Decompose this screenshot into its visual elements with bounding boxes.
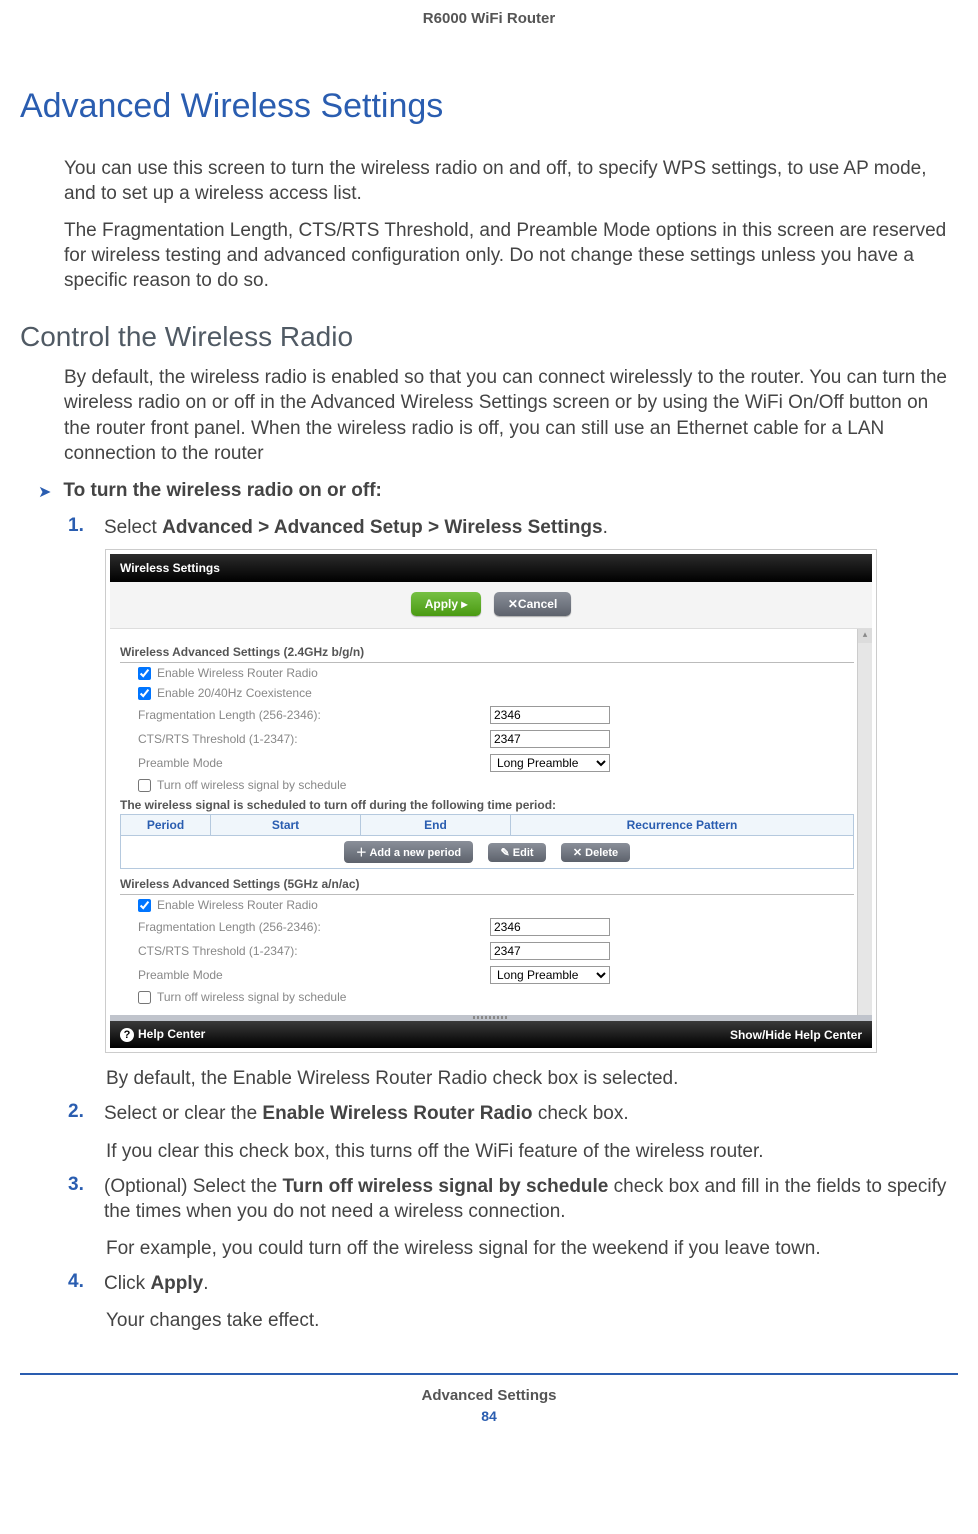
footer-section: Advanced Settings bbox=[20, 1387, 958, 1404]
screenshot-buttonbar: Apply ▸ ✕Cancel bbox=[110, 582, 872, 629]
select-preamble-5[interactable]: Long Preamble bbox=[490, 966, 610, 984]
step-text: . bbox=[603, 517, 608, 538]
step-body: (Optional) Select the Turn off wireless … bbox=[104, 1174, 958, 1224]
step-body: Click Apply. bbox=[104, 1271, 209, 1296]
footer-page-number: 84 bbox=[20, 1408, 958, 1424]
edit-period-button[interactable]: ✎ Edit bbox=[488, 843, 545, 862]
scroll-up-icon[interactable]: ▴ bbox=[858, 629, 872, 643]
row-enable-2040: Enable 20/40Hz Coexistence bbox=[120, 683, 854, 703]
step-text: Select bbox=[104, 517, 162, 538]
step-text: Click bbox=[104, 1273, 150, 1294]
step-4: 4. Click Apply. bbox=[68, 1271, 958, 1296]
step-text: check box. bbox=[533, 1103, 629, 1124]
input-cts-5[interactable] bbox=[490, 942, 610, 960]
apply-button[interactable]: Apply ▸ bbox=[411, 592, 482, 616]
heading-advanced-wireless: Advanced Wireless Settings bbox=[20, 87, 958, 126]
label-frag-5: Fragmentation Length (256-2346): bbox=[120, 920, 490, 934]
step-bold: Apply bbox=[150, 1273, 203, 1294]
row-turnoff-schedule-24: Turn off wireless signal by schedule bbox=[120, 775, 854, 795]
cancel-button[interactable]: ✕Cancel bbox=[494, 592, 571, 616]
checkbox-enable-radio-5[interactable] bbox=[138, 899, 151, 912]
add-period-button[interactable]: ＋ Add a new period bbox=[344, 841, 473, 863]
checkbox-turnoff-schedule-24[interactable] bbox=[138, 779, 151, 792]
step-bold: Enable Wireless Router Radio bbox=[262, 1103, 532, 1124]
heading-control-radio: Control the Wireless Radio bbox=[20, 321, 958, 353]
col-recurrence[interactable]: Recurrence Pattern bbox=[511, 815, 853, 835]
section-24ghz-heading: Wireless Advanced Settings (2.4GHz b/g/n… bbox=[120, 643, 854, 663]
screenshot-footer: ? Help Center Show/Hide Help Center bbox=[110, 1021, 872, 1048]
step-3-followup: For example, you could turn off the wire… bbox=[106, 1236, 958, 1261]
step-bold: Advanced > Advanced Setup > Wireless Set… bbox=[162, 517, 603, 538]
input-frag-5[interactable] bbox=[490, 918, 610, 936]
label-frag-24: Fragmentation Length (256-2346): bbox=[120, 708, 490, 722]
label-turnoff-schedule-5: Turn off wireless signal by schedule bbox=[157, 990, 346, 1004]
schedule-table-buttons: ＋ Add a new period ✎ Edit ✕ Delete bbox=[121, 836, 853, 868]
label-cts-5: CTS/RTS Threshold (1-2347): bbox=[120, 944, 490, 958]
schedule-note: The wireless signal is scheduled to turn… bbox=[120, 795, 854, 812]
row-turnoff-schedule-5: Turn off wireless signal by schedule bbox=[120, 987, 854, 1007]
showhide-help-link[interactable]: Show/Hide Help Center bbox=[730, 1028, 862, 1042]
label-enable-radio-24: Enable Wireless Router Radio bbox=[157, 666, 318, 680]
step-number: 3. bbox=[68, 1174, 90, 1196]
procedure-arrow-icon: ➤ bbox=[38, 480, 51, 506]
col-end[interactable]: End bbox=[361, 815, 511, 835]
resize-handle[interactable] bbox=[110, 1015, 872, 1021]
page-footer: Advanced Settings 84 bbox=[20, 1373, 958, 1424]
label-turnoff-schedule-24: Turn off wireless signal by schedule bbox=[157, 778, 346, 792]
delete-period-button[interactable]: ✕ Delete bbox=[561, 843, 630, 862]
input-frag-24[interactable] bbox=[490, 706, 610, 724]
section-intro: By default, the wireless radio is enable… bbox=[64, 365, 958, 465]
screenshot-titlebar: Wireless Settings bbox=[110, 554, 872, 582]
label-enable-2040: Enable 20/40Hz Coexistence bbox=[157, 686, 312, 700]
intro-paragraph-2: The Fragmentation Length, CTS/RTS Thresh… bbox=[64, 218, 958, 293]
step-2-followup: If you clear this check box, this turns … bbox=[106, 1139, 958, 1164]
step-1: 1. Select Advanced > Advanced Setup > Wi… bbox=[68, 515, 958, 540]
checkbox-enable-2040[interactable] bbox=[138, 687, 151, 700]
step-body: Select or clear the Enable Wireless Rout… bbox=[104, 1101, 629, 1126]
checkbox-enable-radio-24[interactable] bbox=[138, 667, 151, 680]
step-4-followup: Your changes take effect. bbox=[106, 1308, 958, 1333]
intro-paragraph-1: You can use this screen to turn the wire… bbox=[64, 156, 958, 206]
select-preamble-24[interactable]: Long Preamble bbox=[490, 754, 610, 772]
step-text: . bbox=[203, 1273, 208, 1294]
label-preamble-24: Preamble Mode bbox=[120, 756, 490, 770]
step-text: Select or clear the bbox=[104, 1103, 262, 1124]
section-5ghz-heading: Wireless Advanced Settings (5GHz a/n/ac) bbox=[120, 875, 854, 895]
step-3: 3. (Optional) Select the Turn off wirele… bbox=[68, 1174, 958, 1224]
screenshot-wireless-settings: Wireless Settings Apply ▸ ✕Cancel ▴ Wire… bbox=[106, 550, 876, 1052]
procedure-title: To turn the wireless radio on or off: bbox=[63, 480, 381, 502]
step-text: (Optional) Select the bbox=[104, 1176, 282, 1197]
screenshot-body: ▴ Wireless Advanced Settings (2.4GHz b/g… bbox=[110, 629, 872, 1015]
scrollbar[interactable]: ▴ bbox=[857, 629, 872, 1015]
step-body: Select Advanced > Advanced Setup > Wirel… bbox=[104, 515, 608, 540]
step-2: 2. Select or clear the Enable Wireless R… bbox=[68, 1101, 958, 1126]
step-1-followup: By default, the Enable Wireless Router R… bbox=[106, 1066, 958, 1091]
help-icon: ? bbox=[120, 1028, 134, 1042]
schedule-table-header: Period Start End Recurrence Pattern bbox=[121, 815, 853, 836]
step-bold: Turn off wireless signal by schedule bbox=[282, 1176, 608, 1197]
col-period[interactable]: Period bbox=[121, 815, 211, 835]
step-number: 2. bbox=[68, 1101, 90, 1123]
help-center-label: Help Center bbox=[138, 1027, 205, 1041]
row-enable-radio-24: Enable Wireless Router Radio bbox=[120, 663, 854, 683]
page-header-product: R6000 WiFi Router bbox=[20, 10, 958, 27]
step-number: 4. bbox=[68, 1271, 90, 1293]
label-preamble-5: Preamble Mode bbox=[120, 968, 490, 982]
help-center-link[interactable]: ? Help Center bbox=[120, 1027, 205, 1042]
row-enable-radio-5: Enable Wireless Router Radio bbox=[120, 895, 854, 915]
checkbox-turnoff-schedule-5[interactable] bbox=[138, 991, 151, 1004]
schedule-table: Period Start End Recurrence Pattern ＋ Ad… bbox=[120, 814, 854, 869]
input-cts-24[interactable] bbox=[490, 730, 610, 748]
label-cts-24: CTS/RTS Threshold (1-2347): bbox=[120, 732, 490, 746]
procedure-intro: ➤ To turn the wireless radio on or off: bbox=[38, 480, 958, 506]
col-start[interactable]: Start bbox=[211, 815, 361, 835]
step-number: 1. bbox=[68, 515, 90, 537]
label-enable-radio-5: Enable Wireless Router Radio bbox=[157, 898, 318, 912]
